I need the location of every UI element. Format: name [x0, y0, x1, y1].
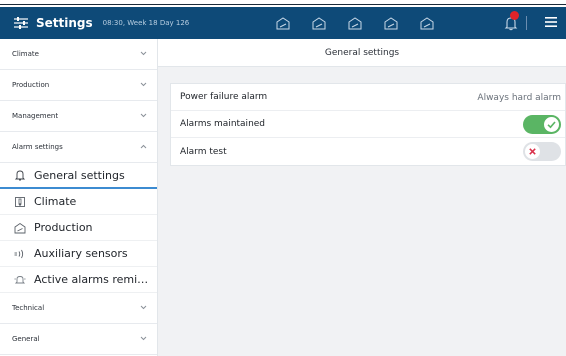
- reminder-icon: [14, 275, 26, 283]
- main-panel: General settings Power failure alarm Alw…: [158, 39, 566, 356]
- sidebar-item-production[interactable]: Production: [0, 215, 157, 241]
- alarm-test-toggle[interactable]: [523, 142, 561, 161]
- house-icon[interactable]: [384, 16, 398, 30]
- setting-row-alarms-maintained: Alarms maintained: [171, 111, 565, 138]
- sidebar-section-general[interactable]: General: [0, 324, 157, 355]
- bell-icon: [14, 170, 26, 181]
- setting-label: Alarm test: [180, 146, 227, 157]
- sidebar-item-label: General settings: [34, 168, 125, 182]
- sidebar-item-active-alarms-reminder[interactable]: Active alarms remin...: [0, 267, 157, 293]
- top-edge: [0, 0, 566, 5]
- chevron-down-icon: [140, 51, 147, 56]
- setting-label: Power failure alarm: [180, 92, 268, 102]
- house-icon[interactable]: [420, 16, 434, 30]
- settings-card: Power failure alarm Always hard alarm Al…: [170, 83, 566, 166]
- sidebar-item-label: Production: [34, 221, 93, 234]
- alarm-badge: [510, 11, 519, 20]
- sensor-icon: [14, 249, 24, 258]
- chevron-down-icon: [140, 82, 147, 87]
- panel-title: General settings: [158, 39, 566, 67]
- sidebar-item-label: Active alarms remin...: [34, 273, 152, 286]
- sidebar-section-production[interactable]: Production: [0, 70, 157, 101]
- sidebar-item-general-settings[interactable]: General settings: [0, 163, 157, 189]
- app-frame: Settings 08:30, Week 18 Day 126 Climate: [0, 0, 566, 356]
- menu-icon[interactable]: [545, 16, 557, 28]
- sidebar-item-climate[interactable]: Climate: [0, 189, 157, 215]
- sidebar-section-climate[interactable]: Climate: [0, 39, 157, 70]
- sidebar-item-label: Climate: [34, 195, 77, 208]
- chevron-up-icon: [140, 144, 147, 149]
- toggle-knob: [525, 144, 540, 159]
- house-icon[interactable]: [312, 16, 326, 30]
- page-title: Settings: [36, 16, 93, 30]
- settings-title-area[interactable]: Settings 08:30, Week 18 Day 126: [0, 7, 189, 39]
- house-icon[interactable]: [276, 16, 290, 30]
- sidebar-section-label: Alarm settings: [12, 143, 63, 151]
- chevron-down-icon: [140, 113, 147, 118]
- sidebar-item-label: Auxiliary sensors: [34, 247, 128, 260]
- setting-label: Alarms maintained: [180, 119, 266, 129]
- header-divider: [526, 16, 527, 30]
- sidebar-item-auxiliary-sensors[interactable]: Auxiliary sensors: [0, 241, 157, 267]
- settings-sliders-icon: [14, 17, 28, 29]
- house-shortcuts: [276, 7, 456, 39]
- sidebar-section-management[interactable]: Management: [0, 101, 157, 132]
- setting-row-alarm-test: Alarm test: [171, 138, 565, 165]
- setting-value[interactable]: Always hard alarm: [477, 84, 561, 111]
- chevron-down-icon: [140, 305, 147, 310]
- sidebar-section-label: Technical: [12, 304, 45, 312]
- sidebar-section-label: Management: [12, 112, 59, 120]
- close-icon: [529, 148, 536, 155]
- chevron-down-icon: [140, 336, 147, 341]
- thermometer-icon: [15, 196, 25, 207]
- sidebar: Climate Production Management Alarm sett…: [0, 39, 158, 356]
- sidebar-section-technical[interactable]: Technical: [0, 293, 157, 324]
- sidebar-section-label: Production: [12, 81, 50, 89]
- date-time-label: 08:30, Week 18 Day 126: [102, 19, 190, 27]
- check-icon: [547, 121, 556, 129]
- top-bar: Settings 08:30, Week 18 Day 126: [0, 7, 566, 39]
- house-icon[interactable]: [348, 16, 362, 30]
- toggle-knob: [544, 117, 559, 132]
- setting-row-power-failure-alarm[interactable]: Power failure alarm Always hard alarm: [171, 84, 565, 111]
- house-icon: [14, 222, 26, 233]
- sidebar-section-alarm-settings[interactable]: Alarm settings: [0, 132, 157, 163]
- alarms-maintained-toggle[interactable]: [523, 115, 561, 134]
- sidebar-section-label: General: [12, 335, 40, 343]
- sidebar-section-label: Climate: [12, 50, 39, 58]
